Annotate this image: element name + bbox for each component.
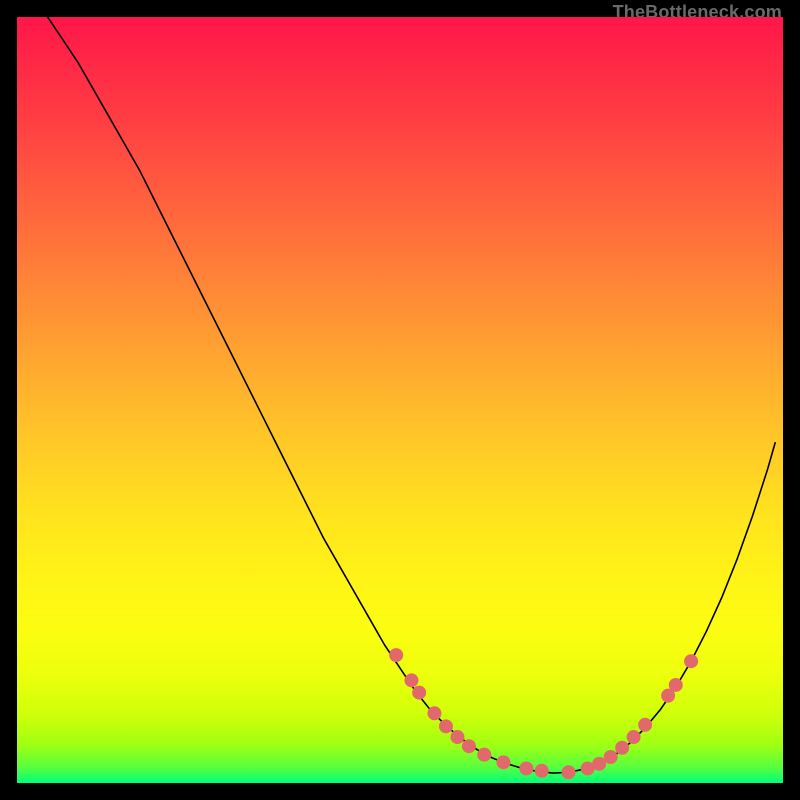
data-marker xyxy=(427,706,441,720)
chart-container: TheBottleneck.com xyxy=(0,0,800,800)
data-marker xyxy=(615,741,629,755)
data-marker xyxy=(627,730,641,744)
data-marker xyxy=(638,718,652,732)
data-marker xyxy=(404,673,418,687)
data-marker xyxy=(562,765,576,779)
data-marker xyxy=(669,678,683,692)
data-marker xyxy=(462,739,476,753)
data-marker xyxy=(389,648,403,662)
data-marker xyxy=(535,764,549,778)
data-marker xyxy=(412,686,426,700)
data-marker xyxy=(496,755,510,769)
chart-svg xyxy=(17,17,783,783)
data-marker xyxy=(439,719,453,733)
plot-area xyxy=(17,17,783,783)
data-marker xyxy=(519,761,533,775)
data-marker xyxy=(450,730,464,744)
data-marker xyxy=(477,748,491,762)
data-marker xyxy=(684,654,698,668)
data-marker xyxy=(604,750,618,764)
